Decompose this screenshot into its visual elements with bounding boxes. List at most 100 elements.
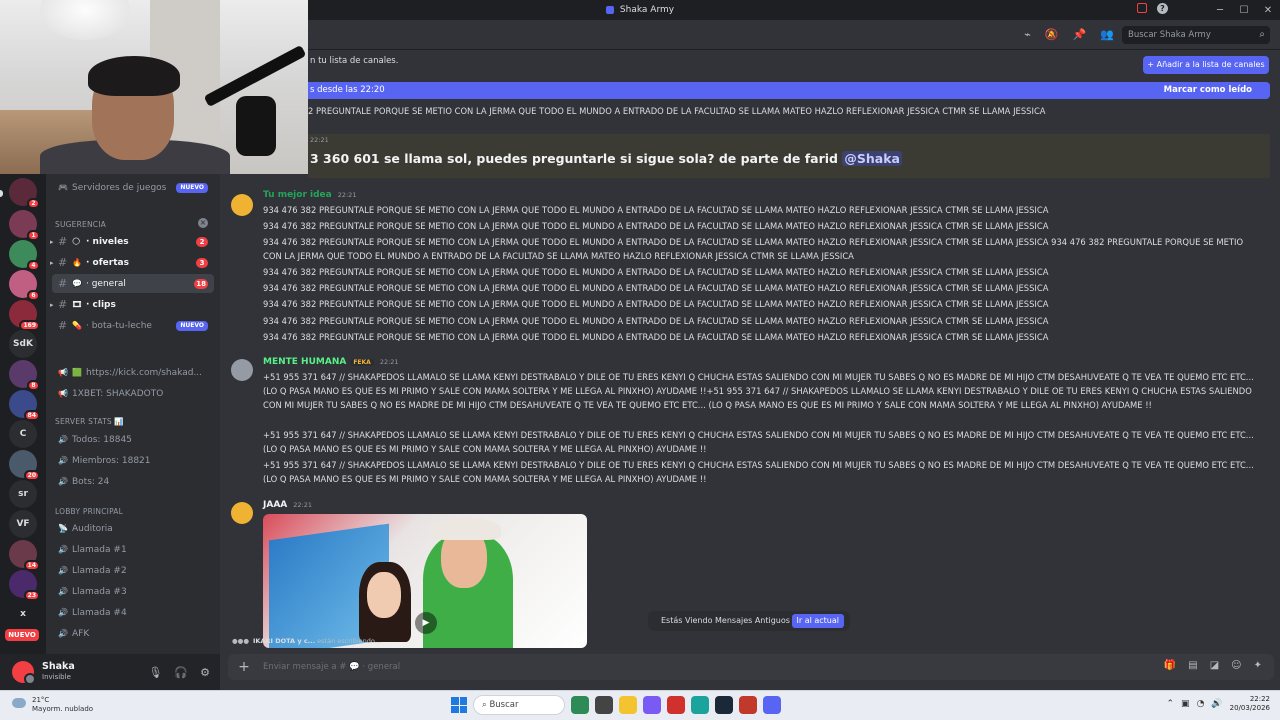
server-icon[interactable]: 1	[9, 210, 40, 241]
user-info[interactable]: Shaka Invisible	[42, 661, 75, 683]
user-panel: Shaka Invisible 🎙 🎧 ⚙	[0, 654, 220, 690]
channel-label: · clips	[86, 299, 116, 310]
message-author[interactable]: JAAA 22:21	[263, 500, 312, 510]
channel-general[interactable]: # 💬 · general 18	[52, 274, 214, 293]
category-lobby[interactable]: LOBBY PRINCIPAL	[55, 507, 123, 516]
copilot-icon[interactable]	[643, 696, 661, 714]
server-icon[interactable]: 20	[9, 450, 40, 481]
server-icon[interactable]: 84	[9, 390, 40, 421]
windows-start-icon[interactable]	[451, 697, 467, 713]
microphone-icon[interactable]: 🎙	[148, 666, 162, 679]
server-icon[interactable]: 6	[9, 270, 40, 301]
channel-kick-link[interactable]: 📢 🟩 https://kick.com/shakad...	[52, 363, 214, 382]
mention[interactable]: @Shaka	[842, 151, 902, 166]
avatar[interactable]	[231, 502, 253, 524]
message-author[interactable]: Tu mejor idea 22:21	[263, 190, 356, 200]
threads-icon[interactable]: ⌁	[1024, 28, 1031, 41]
volume-icon[interactable]: 🔊	[1211, 699, 1222, 709]
channel-clips[interactable]: ▸ # 🎞 · clips	[50, 295, 214, 314]
pin-icon[interactable]: 📌	[1073, 28, 1087, 41]
taskbar-search[interactable]: ⌕ Buscar	[473, 695, 565, 715]
stat-miembros[interactable]: 🔊 Miembros: 18821	[52, 451, 214, 470]
channel-1xbet[interactable]: 📢 1XBET: SHAKADOTO	[52, 384, 214, 403]
channel-emoji-icon: 🌕	[72, 237, 81, 246]
weather-widget[interactable]: 21°C Mayorm. nublado	[12, 696, 93, 714]
map-app-icon[interactable]	[571, 696, 589, 714]
maximize-icon[interactable]: ☐	[1232, 5, 1256, 16]
server-icon[interactable]: 169	[9, 300, 40, 331]
app-icon[interactable]	[667, 696, 685, 714]
voice-llamada-3[interactable]: 🔊 Llamada #3	[52, 582, 214, 601]
search-input[interactable]: Buscar Shaka Army ⌕	[1122, 26, 1270, 44]
channel-niveles[interactable]: ▸ # 🌕 · niveles 2	[50, 232, 214, 251]
server-pip	[0, 190, 3, 197]
chevron-up-icon[interactable]: ⌃	[1167, 699, 1175, 709]
voice-llamada-4[interactable]: 🔊 Llamada #4	[52, 603, 214, 622]
announcement-icon: 📢	[58, 389, 68, 398]
close-category-icon[interactable]: ×	[198, 218, 208, 228]
edge-icon[interactable]	[691, 696, 709, 714]
speaker-icon: 🔊	[58, 566, 68, 575]
server-icon[interactable]: 23	[9, 570, 40, 601]
stat-todos[interactable]: 🔊 Todos: 18845	[52, 430, 214, 449]
taskbar: 21°C Mayorm. nublado ⌕ Buscar ⌃ ▣ ◔ 🔊 22…	[0, 690, 1280, 720]
stat-bots[interactable]: 🔊 Bots: 24	[52, 472, 214, 491]
play-icon[interactable]: ▶	[415, 612, 437, 634]
channel-browse-games[interactable]: 🎮 Servidores de juegos NUEVO	[52, 178, 214, 197]
category-server-stats[interactable]: SERVER STATS 📊	[55, 417, 124, 426]
minimize-icon[interactable]: ─	[1208, 5, 1232, 16]
mark-as-read-button[interactable]: Marcar como leído	[1164, 82, 1252, 99]
video-attachment[interactable]: ▶	[263, 514, 587, 648]
app-icon[interactable]	[739, 696, 757, 714]
weather-temp: 21°C	[32, 696, 50, 704]
close-icon[interactable]: ✕	[1256, 5, 1280, 16]
discord-icon[interactable]	[763, 696, 781, 714]
message-author[interactable]: MENTE HUMANA FEKA 22:21	[263, 357, 399, 367]
channel-bota-tu-leche[interactable]: # 💊 · bota-tu-leche NUEVO	[52, 316, 214, 335]
file-explorer-icon[interactable]	[619, 696, 637, 714]
category-sugerencia[interactable]: Sugerencia	[55, 220, 106, 229]
avatar[interactable]	[231, 194, 253, 216]
emoji-icon[interactable]: ☺	[1231, 660, 1241, 671]
message-input[interactable]: + Enviar mensaje a # 💬 · general 🎁 ▤ ◪ ☺…	[228, 654, 1274, 680]
channel-label: Auditoria	[72, 523, 113, 534]
channel-label: https://kick.com/shakad...	[86, 367, 203, 378]
server-icon[interactable]: 8	[9, 360, 40, 391]
voice-llamada-2[interactable]: 🔊 Llamada #2	[52, 561, 214, 580]
message-line: 934 476 382 PREGUNTALE PORQUE SE METIO C…	[263, 237, 1244, 262]
server-sdk[interactable]: SdK	[9, 330, 37, 358]
sticker-icon[interactable]: ◪	[1210, 660, 1219, 671]
mute-icon[interactable]: 🔕	[1045, 28, 1059, 41]
server-c[interactable]: C	[9, 420, 37, 448]
voice-llamada-1[interactable]: 🔊 Llamada #1	[52, 540, 214, 559]
gif-icon[interactable]: ▤	[1188, 660, 1197, 671]
jump-to-present-button[interactable]: Ir al actual	[791, 614, 844, 628]
avatar[interactable]	[12, 661, 36, 685]
clock[interactable]: 22:22 20/03/2026	[1230, 695, 1270, 713]
gear-icon[interactable]: ⚙	[200, 666, 210, 679]
tray-app-icon[interactable]: ▣	[1181, 699, 1190, 709]
steam-icon[interactable]	[715, 696, 733, 714]
apps-icon[interactable]: ✦	[1254, 660, 1262, 671]
server-icon[interactable]: 4	[9, 240, 40, 271]
members-icon[interactable]: 👥	[1100, 28, 1114, 41]
channel-notice: n tu lista de canales.	[310, 56, 399, 66]
task-view-icon[interactable]	[595, 696, 613, 714]
gift-icon[interactable]: 🎁	[1164, 660, 1176, 671]
voice-afk[interactable]: 🔊 AFK	[52, 624, 214, 643]
channel-ofertas[interactable]: ▸ # 🔥 · ofertas 3	[50, 253, 214, 272]
server-icon[interactable]: 14	[9, 540, 40, 571]
plus-icon[interactable]: +	[235, 658, 253, 676]
avatar[interactable]	[231, 359, 253, 381]
server-x[interactable]: x	[9, 600, 37, 628]
new-messages-bar[interactable]: s desde las 22:20 Marcar como leído	[308, 82, 1270, 99]
server-vf[interactable]: VF	[9, 510, 37, 538]
server-icon[interactable]: 2	[9, 178, 40, 209]
voice-auditoria[interactable]: 📡 Auditoria	[52, 519, 214, 538]
server-sr[interactable]: sr	[9, 480, 37, 508]
inbox-icon[interactable]	[1137, 3, 1147, 13]
headphones-icon[interactable]: 🎧	[174, 666, 188, 679]
network-icon[interactable]: ◔	[1197, 699, 1205, 709]
help-icon[interactable]: ?	[1157, 3, 1168, 14]
add-to-channel-list-button[interactable]: + Añadir a la lista de canales	[1143, 56, 1269, 74]
